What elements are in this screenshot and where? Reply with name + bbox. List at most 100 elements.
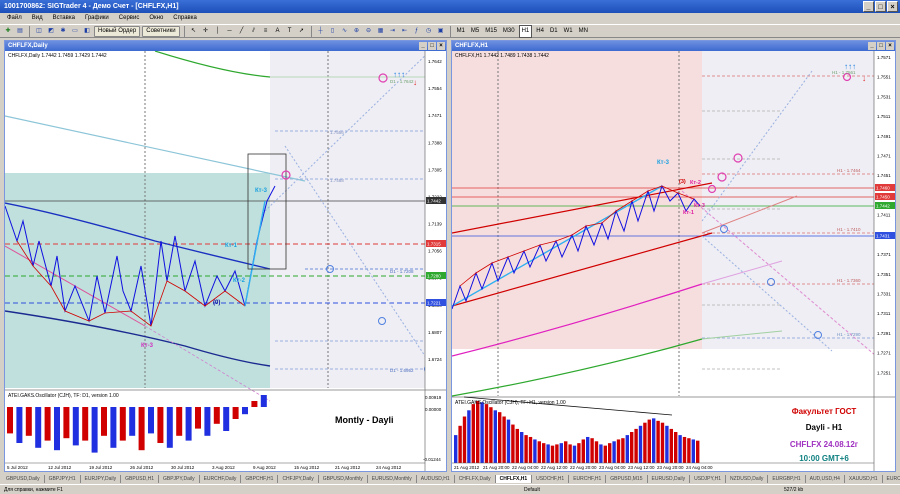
tf-m15[interactable]: M15 <box>483 26 499 37</box>
chart-tab[interactable]: GBPUSD,M15 <box>606 474 648 483</box>
chart-maximize-button[interactable]: □ <box>877 42 885 50</box>
chart-tab[interactable]: GBPJPY,H1 <box>45 474 81 483</box>
chart-tab[interactable]: CHFLFX,H1 <box>495 474 533 483</box>
profiles-icon[interactable]: ▤ <box>15 26 25 37</box>
bar-chart-icon[interactable]: ┼ <box>316 26 326 37</box>
periods-icon[interactable]: ◷ <box>424 26 434 37</box>
chart-tab[interactable]: CHFLFX,Daily <box>455 474 496 483</box>
price-scale-label: 1.7351 <box>877 272 891 277</box>
wave-label: Кт-1 <box>225 243 238 249</box>
oscillator-bar <box>537 441 541 463</box>
cursor-icon[interactable]: ↖ <box>189 26 199 37</box>
chart-tab[interactable]: AUDUSD,H1 <box>417 474 455 483</box>
oscillator-bar <box>176 407 183 436</box>
toolbar-divider <box>29 25 30 37</box>
fibo-icon[interactable]: ≡ <box>261 26 271 37</box>
chart-tab[interactable]: EURCHF,Daily <box>200 474 242 483</box>
chart-tab[interactable]: EURUSD,Daily <box>648 474 691 483</box>
tf-m5[interactable]: M5 <box>469 26 481 37</box>
label-icon[interactable]: T <box>285 26 295 37</box>
chart-close-button[interactable]: × <box>437 42 445 50</box>
menu-file[interactable]: Файл <box>2 13 27 24</box>
oscillator-bar <box>476 401 480 463</box>
trendline-icon[interactable]: ╱ <box>237 26 247 37</box>
chart-tab[interactable]: EURCAD,H1 <box>883 475 900 483</box>
templates-icon[interactable]: ▣ <box>436 26 446 37</box>
price-tag-text: 1.7442 <box>427 199 441 204</box>
menu-help[interactable]: Справка <box>168 13 202 24</box>
autoscroll-icon[interactable]: ⇥ <box>388 26 398 37</box>
tf-d1[interactable]: D1 <box>548 26 560 37</box>
horizontal-line-icon[interactable]: ─ <box>225 26 235 37</box>
menu-window[interactable]: Окно <box>144 13 168 24</box>
chart-tab[interactable]: GBPUSD,Monthly <box>319 474 368 483</box>
chart-tab[interactable]: USDJPY,H1 <box>690 474 726 483</box>
chart-tab[interactable]: EURGBP,H1 <box>768 474 806 483</box>
channel-icon[interactable]: ⫽ <box>249 26 259 37</box>
oscillator-bar <box>82 407 89 441</box>
chart-tab[interactable]: XAUUSD,H1 <box>845 474 883 483</box>
status-profile[interactable]: Default <box>520 487 780 493</box>
chart-minimize-button[interactable]: _ <box>419 42 427 50</box>
price-scale-label: 1.7371 <box>877 252 891 257</box>
tile-icon[interactable]: ▦ <box>376 26 386 37</box>
advisors-button[interactable]: Советники <box>142 25 180 37</box>
chart-tab[interactable]: CHFJPY,Daily <box>278 474 319 483</box>
text-icon[interactable]: A <box>273 26 283 37</box>
tf-m1[interactable]: M1 <box>455 26 467 37</box>
terminal-icon[interactable]: ▭ <box>70 26 80 37</box>
promo-line-2: Dayli - H1 <box>806 423 843 432</box>
zoom-in-icon[interactable]: ⊕ <box>352 26 362 37</box>
chart-tab[interactable]: EURUSD,Monthly <box>368 474 417 483</box>
menu-charts[interactable]: Графики <box>80 13 114 24</box>
menu-view[interactable]: Вид <box>27 13 48 24</box>
chart-tab[interactable]: GBPUSD,Daily <box>2 474 45 483</box>
close-button[interactable]: × <box>887 1 898 12</box>
tf-h4[interactable]: H4 <box>534 26 546 37</box>
oscillator-bar <box>687 438 691 463</box>
oscillator-bar <box>555 444 559 463</box>
chart-window-h1[interactable]: CHFLFX,H1 _ □ × ↑↑↑ ↓ Кт-3 (3) Кт-2 Кт-3… <box>451 40 896 472</box>
chart-tab[interactable]: GBPUSD,H1 <box>121 474 159 483</box>
chart-tab[interactable]: EURJPY,Daily <box>81 474 122 483</box>
oscillator-bar <box>195 407 201 429</box>
oscillator-bar <box>643 422 647 463</box>
menu-tools[interactable]: Сервис <box>114 13 145 24</box>
line-chart-icon[interactable]: ∿ <box>340 26 350 37</box>
data-window-icon[interactable]: ◩ <box>46 26 56 37</box>
new-order-button[interactable]: Новый Ордер <box>94 25 141 37</box>
chart-close-button[interactable]: × <box>886 42 894 50</box>
chart-tab[interactable]: USDCHF,H1 <box>532 474 570 483</box>
h1-chart-canvas[interactable]: ↑↑↑ ↓ Кт-3 (3) Кт-2 Кт-3 Кт-1 H1 - 1.756… <box>452 51 895 471</box>
zoom-out-icon[interactable]: ⊖ <box>364 26 374 37</box>
tf-mn[interactable]: MN <box>577 26 590 37</box>
new-chart-icon[interactable]: ✚ <box>3 26 13 37</box>
menu-insert[interactable]: Вставка <box>48 13 80 24</box>
navigator-icon[interactable]: ✱ <box>58 26 68 37</box>
level-label: H1 - 1.7464 <box>837 168 861 173</box>
chart-ohlc-info: CHFLFX,Daily 1.7442 1.7459 1.7429 1.7442 <box>8 53 107 59</box>
chart-tab[interactable]: EURCHF,H1 <box>569 474 607 483</box>
chart-window-daily[interactable]: CHFLFX,Daily _ □ × ↑↑↑ ↓ Кт-3 Кт-1 Кт-2 … <box>4 40 447 472</box>
chart-tab[interactable]: NZDUSD,Daily <box>726 474 769 483</box>
time-axis-label: 22 Aug 12:00 <box>541 465 568 470</box>
chart-tab[interactable]: AUD,USD,H4 <box>806 474 845 483</box>
vertical-line-icon[interactable]: │ <box>213 26 223 37</box>
arrows-icon[interactable]: ➚ <box>297 26 307 37</box>
chart-shift-icon[interactable]: ⇤ <box>400 26 410 37</box>
chart-minimize-button[interactable]: _ <box>868 42 876 50</box>
crosshair-icon[interactable]: ✛ <box>201 26 211 37</box>
daily-chart-canvas[interactable]: ↑↑↑ ↓ Кт-3 Кт-1 Кт-2 (0) Кт-3 D1 - 1.764… <box>5 51 446 471</box>
indicators-icon[interactable]: ƒ <box>412 26 422 37</box>
minimize-button[interactable]: _ <box>863 1 874 12</box>
maximize-button[interactable]: □ <box>875 1 886 12</box>
tf-w1[interactable]: W1 <box>562 26 575 37</box>
chart-tab[interactable]: GBPCHF,H1 <box>241 474 279 483</box>
tf-h1[interactable]: H1 <box>518 24 533 38</box>
chart-maximize-button[interactable]: □ <box>428 42 436 50</box>
tf-m30[interactable]: M30 <box>501 26 517 37</box>
chart-tab[interactable]: GBPJPY,Daily <box>159 474 200 483</box>
market-watch-icon[interactable]: ◫ <box>34 26 44 37</box>
tester-icon[interactable]: ◧ <box>82 26 92 37</box>
candles-icon[interactable]: ▯ <box>328 26 338 37</box>
